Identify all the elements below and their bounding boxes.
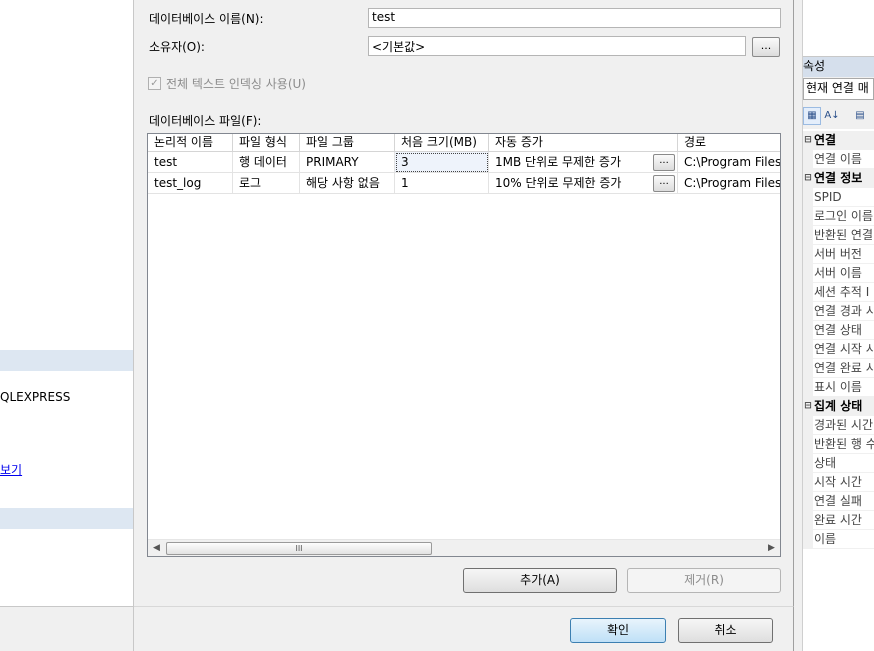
section-header (0, 350, 133, 371)
collapse-icon[interactable]: ⊟ (803, 131, 813, 149)
categorized-icon[interactable]: ▦ (803, 107, 821, 125)
filegroup-cell[interactable]: 해당 사항 없음 (300, 173, 395, 194)
autogrowth-cell[interactable]: 10% 단위로 무제한 증가 ... (489, 173, 678, 194)
property-row[interactable]: 연결 시작 시 (803, 340, 874, 359)
scroll-left-icon[interactable]: ◀ (148, 540, 165, 556)
table-row[interactable]: test 행 데이터 PRIMARY 3 1MB 단위로 무제한 증가 ... … (148, 152, 780, 173)
add-button[interactable]: 추가(A) (463, 568, 617, 593)
property-row[interactable]: SPID (803, 188, 874, 207)
property-row[interactable]: 표시 이름 (803, 378, 874, 397)
property-category[interactable]: ⊟ 연결 (803, 131, 874, 150)
property-row[interactable]: 연결 상태 (803, 321, 874, 340)
owner-input[interactable]: <기본값> (368, 36, 746, 56)
autogrowth-cell[interactable]: 1MB 단위로 무제한 증가 ... (489, 152, 678, 173)
path-cell[interactable]: C:\Program Files (678, 173, 780, 194)
alphabetical-sort-icon[interactable]: A↓ (823, 107, 841, 125)
file-type-cell[interactable]: 로그 (233, 173, 300, 194)
fulltext-checkbox[interactable]: ✓ (148, 77, 161, 90)
property-category[interactable]: ⊟ 집계 상태 (803, 397, 874, 416)
splitter[interactable] (794, 0, 803, 651)
column-header[interactable]: 경로 (678, 134, 780, 152)
properties-panel: 속성 현재 연결 매 ▦ A↓ ▤ ⊟ 연결 연결 이름 ⊟ 연결 정보 SPID … (803, 0, 874, 651)
logical-name-cell[interactable]: test_log (148, 173, 233, 194)
filegroup-cell[interactable]: PRIMARY (300, 152, 395, 173)
column-header[interactable]: 파일 그룹 (300, 134, 395, 152)
new-database-dialog: 데이터베이스 이름(N): test 소유자(O): <기본값> ... ✓ 전… (134, 0, 794, 606)
file-type-cell[interactable]: 행 데이터 (233, 152, 300, 173)
property-row[interactable]: 연결 이름 (803, 150, 874, 169)
properties-title: 속성 (803, 57, 874, 77)
collapse-icon[interactable]: ⊟ (803, 397, 813, 415)
property-row[interactable]: 서버 이름 (803, 264, 874, 283)
horizontal-scrollbar[interactable]: ◀ III ▶ (148, 539, 780, 556)
db-name-label: 데이터베이스 이름(N): (149, 12, 264, 26)
property-row[interactable]: 연결 실패 (803, 492, 874, 511)
database-files-grid[interactable]: 논리적 이름 파일 형식 파일 그룹 처음 크기(MB) 자동 증가 경로 te… (147, 133, 781, 557)
property-row[interactable]: 세션 추적 I (803, 283, 874, 302)
autogrowth-text: 10% 단위로 무제한 증가 (495, 176, 622, 190)
property-row[interactable]: 이름 (803, 530, 874, 549)
property-row[interactable]: 시작 시간 (803, 473, 874, 492)
owner-browse-button[interactable]: ... (752, 37, 780, 57)
object-explorer-panel: QLEXPRESS 보기 (0, 0, 134, 651)
property-row[interactable]: 로그인 이름 (803, 207, 874, 226)
dialog-footer: 확인 취소 (134, 606, 794, 651)
autogrowth-browse-button[interactable]: ... (653, 154, 675, 171)
property-pages-icon[interactable]: ▤ (851, 107, 869, 125)
section-header (0, 508, 133, 529)
logical-name-cell[interactable]: test (148, 152, 233, 173)
initial-size-cell[interactable]: 1 (395, 173, 489, 194)
ok-button[interactable]: 확인 (570, 618, 666, 643)
db-name-input[interactable]: test (368, 8, 781, 28)
server-name-text: QLEXPRESS (0, 390, 71, 404)
cancel-button[interactable]: 취소 (678, 618, 773, 643)
property-row[interactable]: 완료 시간 (803, 511, 874, 530)
view-link[interactable]: 보기 (0, 461, 22, 478)
property-row[interactable]: 연결 완료 시 (803, 359, 874, 378)
property-grid[interactable]: ⊟ 연결 연결 이름 ⊟ 연결 정보 SPID 로그인 이름 반환된 연결 서버 버… (803, 129, 874, 651)
property-row[interactable]: 반환된 연결 (803, 226, 874, 245)
initial-size-cell[interactable]: 3 (395, 152, 489, 173)
property-row[interactable]: 상태 (803, 454, 874, 473)
autogrowth-browse-button[interactable]: ... (653, 175, 675, 192)
column-header[interactable]: 자동 증가 (489, 134, 678, 152)
column-header[interactable]: 처음 크기(MB) (395, 134, 489, 152)
column-header[interactable]: 파일 형식 (233, 134, 300, 152)
fulltext-label: 전체 텍스트 인덱싱 사용(U) (166, 77, 306, 91)
object-selector[interactable]: 현재 연결 매 (803, 78, 874, 100)
path-cell[interactable]: C:\Program Files (678, 152, 780, 173)
scroll-thumb[interactable]: III (166, 542, 432, 555)
left-panel-footer (0, 606, 133, 651)
property-category[interactable]: ⊟ 연결 정보 (803, 169, 874, 188)
property-row[interactable]: 서버 버전 (803, 245, 874, 264)
properties-toolbar: ▦ A↓ ▤ (803, 104, 874, 128)
collapse-icon[interactable]: ⊟ (803, 169, 813, 187)
property-row[interactable]: 반환된 행 수 (803, 435, 874, 454)
remove-button[interactable]: 제거(R) (627, 568, 781, 593)
autogrowth-text: 1MB 단위로 무제한 증가 (495, 155, 621, 169)
properties-panel-top (803, 0, 874, 57)
table-row[interactable]: test_log 로그 해당 사항 없음 1 10% 단위로 무제한 증가 ..… (148, 173, 780, 194)
property-row[interactable]: 연결 경과 시 (803, 302, 874, 321)
db-files-label: 데이터베이스 파일(F): (149, 114, 262, 128)
column-header[interactable]: 논리적 이름 (148, 134, 233, 152)
owner-label: 소유자(O): (149, 40, 205, 54)
scroll-right-icon[interactable]: ▶ (763, 540, 780, 556)
property-row[interactable]: 경과된 시간 (803, 416, 874, 435)
